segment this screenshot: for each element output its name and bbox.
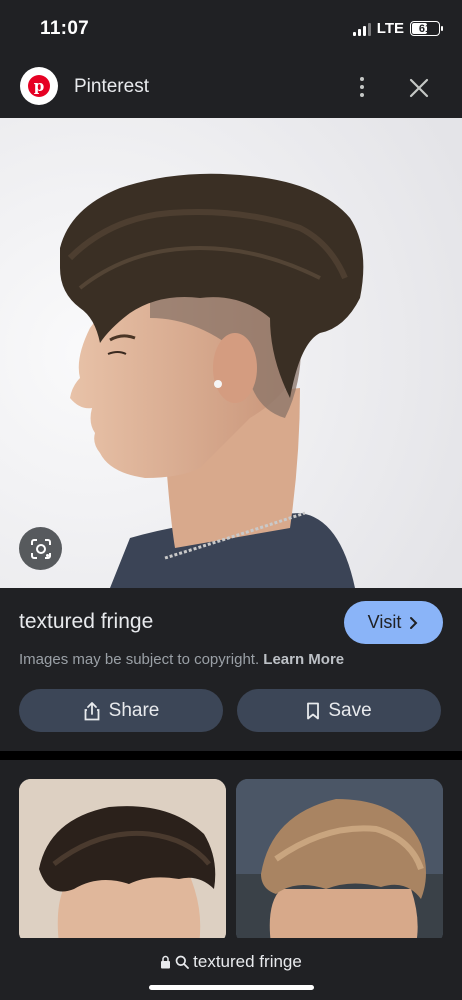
share-label: Share (108, 699, 160, 721)
chevron-right-icon (410, 616, 418, 629)
pinterest-logo-letter: p (28, 75, 50, 97)
network-type: LTE (376, 20, 404, 37)
battery-icon: 61 (410, 21, 443, 36)
battery-level: 61 (418, 22, 432, 35)
home-indicator[interactable] (149, 985, 314, 990)
copyright-notice: Images may be subject to copyright. Lear… (19, 651, 344, 668)
search-query: textured fringe (193, 952, 302, 971)
more-vert-icon[interactable] (352, 72, 372, 102)
visit-button[interactable]: Visit (344, 601, 443, 644)
site-name[interactable]: Pinterest (74, 76, 149, 98)
learn-more-link[interactable]: Learn More (263, 651, 344, 668)
section-divider (0, 751, 462, 760)
source-header: p Pinterest (0, 58, 462, 118)
status-bar: 11:07 LTE 61 (0, 0, 462, 58)
lock-icon (161, 955, 171, 969)
close-icon[interactable] (405, 74, 433, 102)
google-lens-icon[interactable] (19, 527, 62, 570)
related-image-thumbnail[interactable] (19, 779, 226, 944)
pinterest-logo-icon[interactable]: p (20, 67, 58, 105)
save-label: Save (328, 699, 372, 721)
bottom-url-bar: textured fringe (0, 938, 462, 1000)
status-time: 11:07 (40, 18, 90, 39)
copyright-text: Images may be subject to copyright. (19, 651, 260, 668)
url-field[interactable]: textured fringe (0, 952, 462, 972)
result-title: textured fringe (19, 610, 154, 633)
main-image[interactable] (0, 118, 462, 588)
signal-icon (352, 22, 371, 36)
share-button[interactable]: Share (19, 689, 223, 732)
bookmark-icon (307, 702, 320, 719)
save-button[interactable]: Save (237, 689, 441, 732)
status-indicators: LTE 61 (352, 20, 443, 37)
visit-label: Visit (367, 612, 402, 632)
share-icon (84, 701, 100, 720)
related-image-thumbnail[interactable] (236, 779, 443, 944)
search-icon (175, 955, 190, 969)
